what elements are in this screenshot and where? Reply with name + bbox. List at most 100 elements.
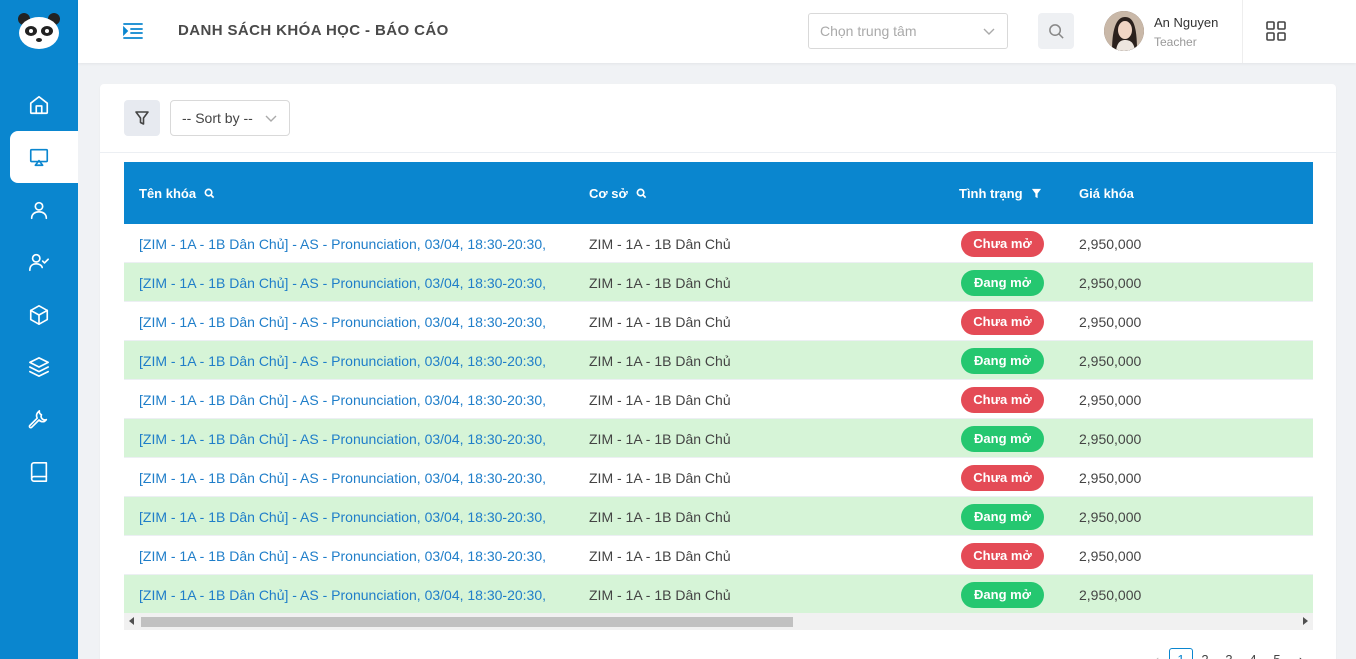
- course-name-link[interactable]: [ZIM - 1A - 1B Dân Chủ] - AS - Pronuncia…: [139, 302, 546, 341]
- course-site: ZIM - 1A - 1B Dân Chủ: [589, 469, 731, 486]
- pagination-prev[interactable]: ‹: [1145, 648, 1169, 659]
- search-icon[interactable]: [636, 188, 647, 199]
- table-row: [ZIM - 1A - 1B Dân Chủ] - AS - Pronuncia…: [124, 224, 1313, 263]
- filter-icon[interactable]: [1031, 188, 1042, 199]
- presentation-icon: [29, 148, 49, 167]
- user-icon: [30, 201, 48, 220]
- sidebar-item-users[interactable]: [10, 184, 78, 236]
- search-button[interactable]: [1038, 13, 1074, 49]
- status-cell: Đang mở: [961, 341, 1044, 380]
- panda-logo[interactable]: [17, 12, 61, 50]
- table-row: [ZIM - 1A - 1B Dân Chủ] - AS - Pronuncia…: [124, 419, 1313, 458]
- sidebar-item-user-check[interactable]: [10, 236, 78, 288]
- sort-select[interactable]: -- Sort by --: [170, 100, 290, 136]
- status-badge: Chưa mở: [961, 542, 1044, 569]
- course-name-link[interactable]: [ZIM - 1A - 1B Dân Chủ] - AS - Pronuncia…: [139, 224, 546, 263]
- status-cell: Chưa mở: [961, 224, 1044, 263]
- column-header-price[interactable]: Giá khóa: [1079, 162, 1134, 224]
- course-name-link[interactable]: [ZIM - 1A - 1B Dân Chủ] - AS - Pronuncia…: [139, 263, 546, 302]
- pagination-page[interactable]: 2: [1193, 648, 1217, 659]
- pagination-page[interactable]: 3: [1217, 648, 1241, 659]
- column-header-site-label: Cơ sở: [589, 185, 628, 201]
- status-badge: Đang mở: [961, 503, 1044, 530]
- chevron-down-icon: [983, 28, 995, 35]
- avatar[interactable]: [1104, 11, 1144, 51]
- menu-indent-icon: [123, 23, 143, 39]
- scroll-right-arrow[interactable]: [1303, 617, 1308, 625]
- sidebar-item-layers[interactable]: [10, 341, 78, 393]
- search-icon[interactable]: [204, 188, 215, 199]
- course-site: ZIM - 1A - 1B Dân Chủ: [589, 235, 731, 252]
- sidebar-item-tools[interactable]: [10, 394, 78, 446]
- box-icon: [29, 305, 49, 325]
- course-price: 2,950,000: [1079, 391, 1142, 408]
- table-row: [ZIM - 1A - 1B Dân Chủ] - AS - Pronuncia…: [124, 263, 1313, 302]
- column-header-name[interactable]: Tên khóa: [139, 162, 215, 224]
- course-table: Tên khóa Cơ sở Tình trạng Giá khóa [ZIM …: [124, 162, 1313, 614]
- table-row: [ZIM - 1A - 1B Dân Chủ] - AS - Pronuncia…: [124, 302, 1313, 341]
- status-badge: Chưa mở: [961, 386, 1044, 413]
- course-name-link[interactable]: [ZIM - 1A - 1B Dân Chủ] - AS - Pronuncia…: [139, 341, 546, 380]
- column-header-site[interactable]: Cơ sở: [589, 162, 647, 224]
- column-header-status[interactable]: Tình trạng: [959, 162, 1042, 224]
- course-price: 2,950,000: [1079, 586, 1142, 603]
- course-name-link[interactable]: [ZIM - 1A - 1B Dân Chủ] - AS - Pronuncia…: [139, 497, 546, 536]
- menu-toggle-button[interactable]: [122, 21, 144, 41]
- status-cell: Đang mở: [961, 419, 1044, 458]
- center-select-placeholder: Chọn trung tâm: [820, 23, 917, 39]
- table-row: [ZIM - 1A - 1B Dân Chủ] - AS - Pronuncia…: [124, 536, 1313, 575]
- course-site: ZIM - 1A - 1B Dân Chủ: [589, 352, 731, 369]
- sidebar: [0, 0, 78, 659]
- sidebar-item-products[interactable]: [10, 289, 78, 341]
- pagination-next[interactable]: ›: [1289, 648, 1313, 659]
- course-site: ZIM - 1A - 1B Dân Chủ: [589, 391, 731, 408]
- page-title: DANH SÁCH KHÓA HỌC - BÁO CÁO: [178, 22, 449, 39]
- course-name-link[interactable]: [ZIM - 1A - 1B Dân Chủ] - AS - Pronuncia…: [139, 380, 546, 419]
- home-icon: [29, 95, 49, 115]
- scroll-left-arrow[interactable]: [129, 617, 134, 625]
- status-cell: Chưa mở: [961, 458, 1044, 497]
- course-site: ZIM - 1A - 1B Dân Chủ: [589, 430, 731, 447]
- pagination-page[interactable]: 4: [1241, 648, 1265, 659]
- horizontal-scrollbar[interactable]: [124, 613, 1313, 630]
- status-cell: Chưa mở: [961, 536, 1044, 575]
- table-row: [ZIM - 1A - 1B Dân Chủ] - AS - Pronuncia…: [124, 575, 1313, 614]
- status-cell: Đang mở: [961, 263, 1044, 302]
- search-icon: [1048, 23, 1064, 39]
- column-header-price-label: Giá khóa: [1079, 185, 1134, 201]
- course-price: 2,950,000: [1079, 547, 1142, 564]
- table-body: [ZIM - 1A - 1B Dân Chủ] - AS - Pronuncia…: [124, 224, 1313, 614]
- pagination-page[interactable]: 1: [1169, 648, 1193, 659]
- wrench-icon: [28, 410, 48, 429]
- course-price: 2,950,000: [1079, 352, 1142, 369]
- course-name-link[interactable]: [ZIM - 1A - 1B Dân Chủ] - AS - Pronuncia…: [139, 419, 546, 458]
- course-name-link[interactable]: [ZIM - 1A - 1B Dân Chủ] - AS - Pronuncia…: [139, 575, 546, 614]
- pagination-page[interactable]: 5: [1265, 648, 1289, 659]
- status-cell: Chưa mở: [961, 380, 1044, 419]
- divider: [100, 152, 1336, 153]
- apps-menu-button[interactable]: [1265, 20, 1287, 42]
- status-badge: Đang mở: [961, 269, 1044, 296]
- course-price: 2,950,000: [1079, 313, 1142, 330]
- course-name-link[interactable]: [ZIM - 1A - 1B Dân Chủ] - AS - Pronuncia…: [139, 458, 546, 497]
- status-cell: Chưa mở: [961, 302, 1044, 341]
- scroll-thumb[interactable]: [141, 617, 793, 627]
- course-price: 2,950,000: [1079, 469, 1142, 486]
- sidebar-item-home[interactable]: [10, 79, 78, 131]
- column-header-status-label: Tình trạng: [959, 185, 1023, 201]
- status-cell: Đang mở: [961, 497, 1044, 536]
- table-row: [ZIM - 1A - 1B Dân Chủ] - AS - Pronuncia…: [124, 458, 1313, 497]
- center-select[interactable]: Chọn trung tâm: [808, 13, 1008, 49]
- status-badge: Đang mở: [961, 347, 1044, 374]
- sidebar-item-library[interactable]: [10, 446, 78, 498]
- status-cell: Đang mở: [961, 575, 1044, 614]
- user-role: Teacher: [1154, 35, 1197, 49]
- sidebar-item-courses[interactable]: [10, 131, 78, 183]
- course-site: ZIM - 1A - 1B Dân Chủ: [589, 274, 731, 291]
- course-site: ZIM - 1A - 1B Dân Chủ: [589, 547, 731, 564]
- filter-button[interactable]: [124, 100, 160, 136]
- status-badge: Đang mở: [961, 581, 1044, 608]
- layers-icon: [29, 357, 49, 377]
- course-site: ZIM - 1A - 1B Dân Chủ: [589, 313, 731, 330]
- course-name-link[interactable]: [ZIM - 1A - 1B Dân Chủ] - AS - Pronuncia…: [139, 536, 546, 575]
